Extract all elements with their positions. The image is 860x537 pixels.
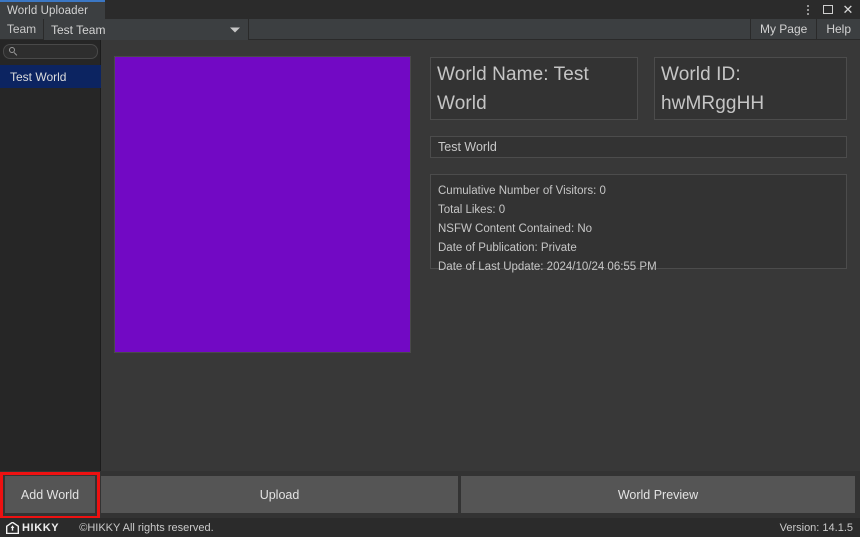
hikky-logo: HIKKY — [0, 521, 60, 534]
toolbar: Team Test Team My Page Help — [0, 19, 860, 40]
hikky-house-logo-icon — [6, 521, 19, 534]
tab-label: World Uploader — [7, 4, 89, 17]
search-icon — [9, 47, 18, 57]
stat-row-last-update: Date of Last Update: 2024/10/24 06:55 PM — [438, 261, 657, 273]
search-field[interactable] — [3, 44, 154, 59]
close-icon[interactable]: ✕ — [838, 0, 858, 19]
world-name-text: World Name: Test World — [437, 64, 589, 114]
status-bar: HIKKY ©HIKKY All rights reserved. Versio… — [0, 518, 860, 537]
world-id-text: World ID: hwMRggHH — [661, 64, 765, 114]
main-content: World Name: Test World World ID: hwMRggH… — [101, 40, 860, 471]
search-icon-handle — [13, 52, 18, 57]
world-thumbnail[interactable] — [114, 56, 411, 353]
kebab-menu-icon[interactable] — [798, 0, 818, 19]
stat-row-visitors: Cumulative Number of Visitors: 0 — [438, 185, 606, 197]
maximize-icon[interactable] — [818, 0, 838, 19]
tab-world-uploader[interactable]: World Uploader — [0, 0, 105, 19]
my-page-button[interactable]: My Page — [749, 19, 817, 39]
kebab-dot — [807, 12, 809, 15]
world-preview-button[interactable]: World Preview — [461, 476, 855, 513]
world-description-text: Test World — [438, 140, 497, 154]
world-description-field[interactable]: Test World — [430, 136, 847, 158]
add-world-button[interactable]: Add World — [5, 476, 95, 513]
version-text: Version: 14.1.5 — [779, 521, 853, 534]
team-dropdown[interactable]: Test Team — [44, 19, 249, 40]
team-label: Team — [0, 19, 44, 39]
kebab-dot — [807, 4, 809, 7]
close-glyph: ✕ — [842, 2, 854, 17]
world-id-card: World ID: hwMRggHH — [654, 57, 847, 120]
hikky-logo-text: HIKKY — [22, 521, 60, 534]
stat-row-likes: Total Likes: 0 — [438, 204, 506, 216]
sidebar-item-test-world[interactable]: Test World — [0, 65, 101, 88]
maximize-glyph — [823, 5, 833, 14]
stat-row-nsfw: NSFW Content Contained: No — [438, 223, 593, 235]
stat-row-publication: Date of Publication: Private — [438, 242, 577, 254]
copyright-text: ©HIKKY All rights reserved. — [79, 521, 214, 534]
action-bar: Add World Upload World Preview — [0, 471, 860, 518]
world-stats-panel: Cumulative Number of Visitors: 0 Total L… — [430, 174, 847, 273]
kebab-dot — [807, 8, 809, 11]
help-button[interactable]: Help — [816, 19, 860, 39]
upload-button[interactable]: Upload — [101, 476, 458, 513]
window-controls: ✕ — [798, 0, 858, 19]
sidebar: Test World — [0, 40, 154, 471]
sidebar-item-label: Test World — [10, 69, 67, 84]
world-name-card: World Name: Test World — [430, 57, 638, 120]
chevron-down-icon — [230, 27, 240, 32]
title-bar: World Uploader ✕ — [0, 0, 860, 19]
team-dropdown-value: Test Team — [51, 22, 106, 37]
world-uploader-window: World Uploader ✕ Team Test Team My Page … — [0, 0, 860, 537]
